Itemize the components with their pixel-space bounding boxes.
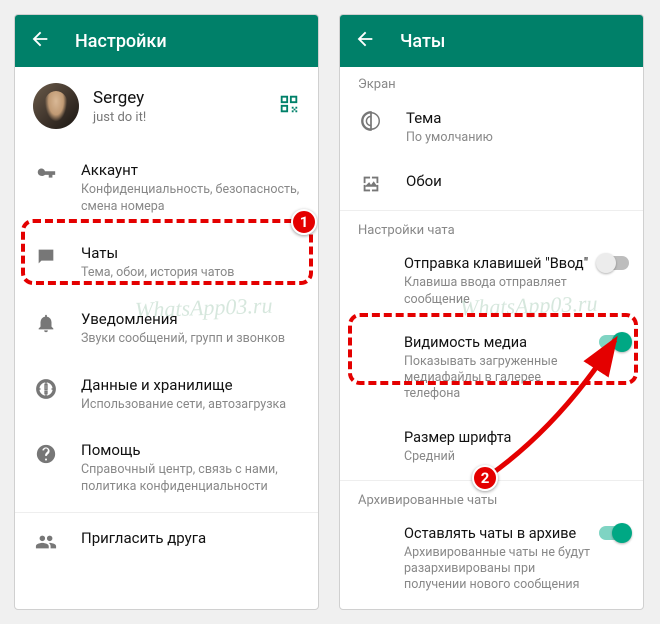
back-icon[interactable] (354, 28, 376, 54)
theme-icon (360, 110, 382, 132)
setting-title: Данные и хранилище (81, 376, 302, 394)
settings-item-invite[interactable]: Пригласить друга (15, 515, 318, 567)
section-screen: Экран (340, 67, 643, 96)
avatar (33, 83, 79, 129)
settings-item-storage[interactable]: Данные и хранилище Использование сети, а… (15, 362, 318, 428)
appbar-title: Чаты (400, 31, 445, 52)
setting-title: Помощь (81, 441, 302, 459)
bell-icon (35, 312, 57, 334)
chat-icon (35, 246, 57, 268)
setting-sub: Использование сети, автозагрузка (81, 397, 302, 414)
profile-status: just do it! (93, 110, 264, 125)
settings-item-chats[interactable]: Чаты Тема, обои, история чатов (15, 230, 318, 296)
row-wallpaper[interactable]: Обои (340, 159, 643, 208)
row-title: Размер шрифта (404, 429, 593, 446)
appbar-settings: Настройки (15, 15, 318, 67)
data-icon (35, 378, 57, 400)
row-enter-send[interactable]: Отправка клавишей "Ввод" Клавиша ввода о… (340, 242, 643, 321)
setting-sub: Тема, обои, история чатов (81, 265, 302, 282)
row-sub: По умолчанию (406, 130, 627, 146)
setting-sub: Конфиденциальность, безопасность, смена … (81, 182, 302, 216)
profile-name: Sergey (93, 88, 264, 108)
key-icon (35, 163, 57, 185)
help-icon (35, 443, 57, 465)
row-title: Оставлять чаты в архиве (404, 525, 593, 542)
setting-title: Чаты (81, 244, 302, 262)
settings-item-notifications[interactable]: Уведомления Звуки сообщений, групп и зво… (15, 296, 318, 362)
row-sub: Архивированные чаты не будут разархивиро… (404, 545, 593, 594)
row-title: Отправка клавишей "Ввод" (404, 255, 593, 272)
toggle-media-visibility[interactable] (599, 335, 629, 349)
row-media-visibility[interactable]: Видимость медиа Показывать загруженные м… (340, 321, 643, 416)
appbar-title: Настройки (75, 31, 167, 52)
row-title: Видимость медиа (404, 334, 593, 351)
profile-row[interactable]: Sergey just do it! (15, 67, 318, 147)
settings-screen: Настройки Sergey just do it! Аккаунт Кон… (14, 14, 319, 610)
divider (340, 210, 643, 211)
setting-title: Пригласить друга (81, 529, 302, 547)
setting-title: Уведомления (81, 310, 302, 328)
settings-item-help[interactable]: Помощь Справочный центр, связь с нами, п… (15, 427, 318, 510)
setting-title: Аккаунт (81, 161, 302, 179)
divider (340, 609, 643, 610)
row-theme[interactable]: Тема По умолчанию (340, 96, 643, 159)
row-sub: Средний (404, 449, 593, 465)
row-sub: Клавиша ввода отправляет сообщение (404, 275, 593, 308)
toggle-enter-send[interactable] (599, 256, 629, 270)
row-sub: Показывать загруженные медиафайлы в гале… (404, 354, 593, 403)
row-title: Тема (406, 109, 627, 127)
row-keep-archived[interactable]: Оставлять чаты в архиве Архивированные ч… (340, 512, 643, 607)
qr-icon[interactable] (278, 93, 300, 119)
toggle-keep-archived[interactable] (599, 526, 629, 540)
annotation-badge-2: 2 (472, 465, 498, 491)
section-chat-settings: Настройки чата (340, 213, 643, 242)
setting-sub: Справочный центр, связь с нами, политика… (81, 462, 302, 496)
chats-settings-screen: Чаты Экран Тема По умолчанию Обои Настро… (339, 14, 644, 610)
appbar-chats: Чаты (340, 15, 643, 67)
annotation-badge-1: 1 (291, 209, 317, 235)
people-icon (35, 531, 57, 553)
row-title: Обои (406, 172, 627, 190)
wallpaper-icon (360, 173, 382, 195)
divider (15, 512, 318, 513)
setting-sub: Звуки сообщений, групп и звонков (81, 331, 302, 348)
back-icon[interactable] (29, 28, 51, 54)
settings-item-account[interactable]: Аккаунт Конфиденциальность, безопасность… (15, 147, 318, 230)
